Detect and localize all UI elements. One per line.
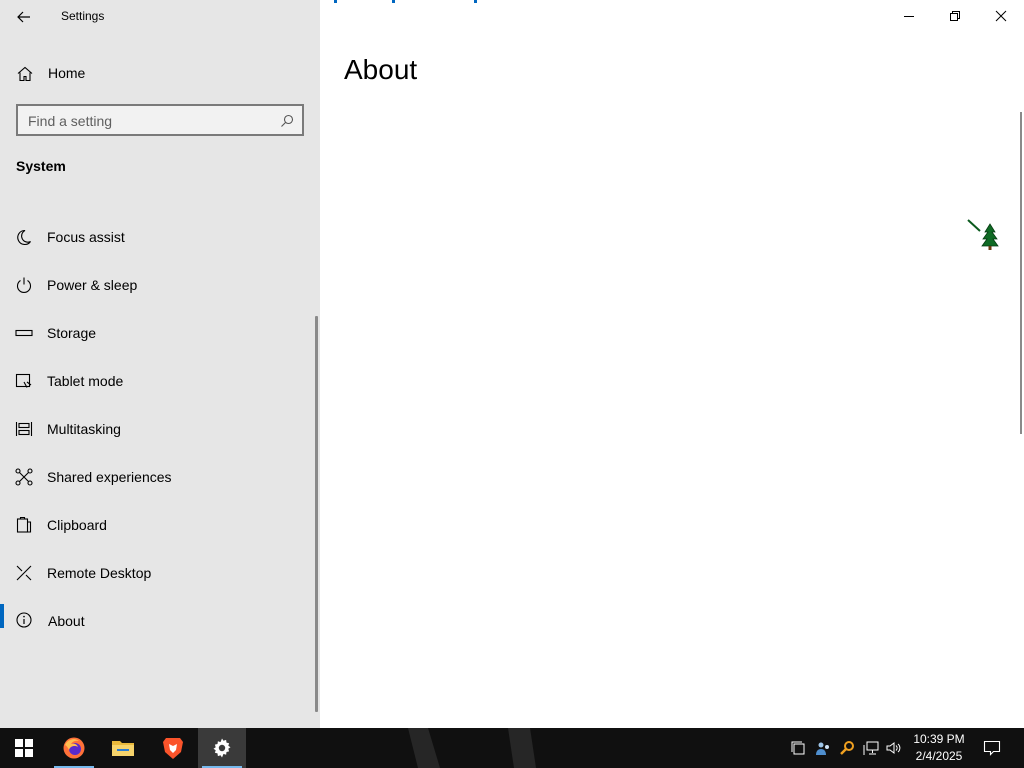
- home-icon: [17, 66, 33, 82]
- taskbar-firefox[interactable]: [50, 728, 98, 768]
- taskbar-brave[interactable]: [149, 728, 197, 768]
- taskbar: 10:39 PM 2/4/2025: [0, 728, 1024, 768]
- sidebar-nav: Focus assist Power & sleep Storage Table…: [0, 220, 320, 652]
- action-center-button[interactable]: [978, 728, 1006, 768]
- settings-gear-icon: [213, 738, 231, 758]
- notification-icon: [983, 740, 1001, 756]
- sidebar-item-label: Clipboard: [47, 517, 107, 533]
- app-title: Settings: [61, 9, 105, 23]
- sidebar-scrollbar[interactable]: [315, 316, 318, 712]
- search-icon[interactable]: [280, 114, 294, 128]
- network-users-icon[interactable]: [815, 740, 831, 756]
- sidebar-item-label: Multitasking: [47, 421, 121, 437]
- clipboard-icon: [16, 516, 32, 533]
- sidebar-item-tablet-mode[interactable]: Tablet mode: [0, 364, 320, 412]
- firefox-icon: [63, 737, 85, 759]
- storage-icon: [15, 329, 33, 337]
- sidebar-item-home[interactable]: Home: [0, 57, 320, 89]
- minimize-icon: [904, 16, 914, 17]
- clock-date: 2/4/2025: [915, 749, 963, 763]
- search-box[interactable]: [16, 104, 304, 136]
- info-icon: [16, 612, 32, 628]
- windows-start-icon: [15, 739, 33, 757]
- background-glimpse: [408, 728, 536, 768]
- network-icon[interactable]: [863, 740, 879, 756]
- close-icon: [995, 10, 1007, 22]
- sidebar-item-label: Shared experiences: [47, 469, 172, 485]
- shared-experiences-icon: [15, 468, 33, 486]
- main-content: About: [320, 0, 1024, 728]
- sidebar-item-label: Remote Desktop: [47, 565, 152, 581]
- taskbar-file-explorer[interactable]: [99, 728, 147, 768]
- search-tool-icon[interactable]: [839, 740, 855, 756]
- back-button[interactable]: [8, 2, 40, 32]
- sidebar-item-clipboard[interactable]: Clipboard: [0, 508, 320, 556]
- brave-icon: [163, 738, 183, 759]
- restore-button[interactable]: [932, 0, 978, 32]
- sidebar-item-label: Tablet mode: [47, 373, 124, 389]
- sidebar-item-label: About: [48, 613, 85, 629]
- multitasking-icon: [15, 422, 33, 436]
- sidebar-item-shared-experiences[interactable]: Shared experiences: [0, 460, 320, 508]
- close-button[interactable]: [978, 0, 1024, 32]
- start-button[interactable]: [0, 728, 48, 768]
- sidebar-item-label: Power & sleep: [47, 277, 138, 293]
- sidebar-item-multitasking[interactable]: Multitasking: [0, 412, 320, 460]
- sidebar-item-focus-assist[interactable]: Focus assist: [0, 220, 320, 268]
- clock[interactable]: 10:39 PM 2/4/2025: [906, 731, 972, 765]
- selection-indicator: [0, 604, 4, 628]
- search-input[interactable]: [28, 112, 278, 130]
- sidebar-item-label: Storage: [47, 325, 97, 341]
- tablet-mode-icon: [15, 373, 32, 388]
- main-scrollbar[interactable]: [1020, 112, 1022, 434]
- sidebar-item-storage[interactable]: Storage: [0, 316, 320, 364]
- home-label: Home: [48, 65, 86, 81]
- settings-sidebar: Settings Home System Focus assist Power …: [0, 0, 320, 728]
- header-link-fragments: [334, 0, 477, 3]
- file-explorer-icon: [112, 741, 134, 756]
- volume-icon[interactable]: [886, 740, 902, 756]
- taskbar-settings[interactable]: [198, 728, 246, 768]
- back-arrow-icon: [17, 11, 30, 23]
- remote-desktop-icon: [16, 565, 32, 581]
- moon-icon: [17, 229, 31, 246]
- sidebar-item-label: Focus assist: [47, 229, 125, 245]
- restore-icon: [950, 11, 960, 21]
- task-view-icon[interactable]: [790, 740, 806, 756]
- sidebar-item-about[interactable]: About: [0, 604, 320, 652]
- clock-time: 10:39 PM: [913, 732, 965, 746]
- tree-cursor-icon: [967, 219, 999, 250]
- page-title: About: [344, 54, 418, 85]
- sidebar-item-remote-desktop[interactable]: Remote Desktop: [0, 556, 320, 604]
- sidebar-item-power-sleep[interactable]: Power & sleep: [0, 268, 320, 316]
- section-title: System: [16, 158, 66, 174]
- power-icon: [16, 277, 32, 294]
- minimize-button[interactable]: [886, 0, 932, 32]
